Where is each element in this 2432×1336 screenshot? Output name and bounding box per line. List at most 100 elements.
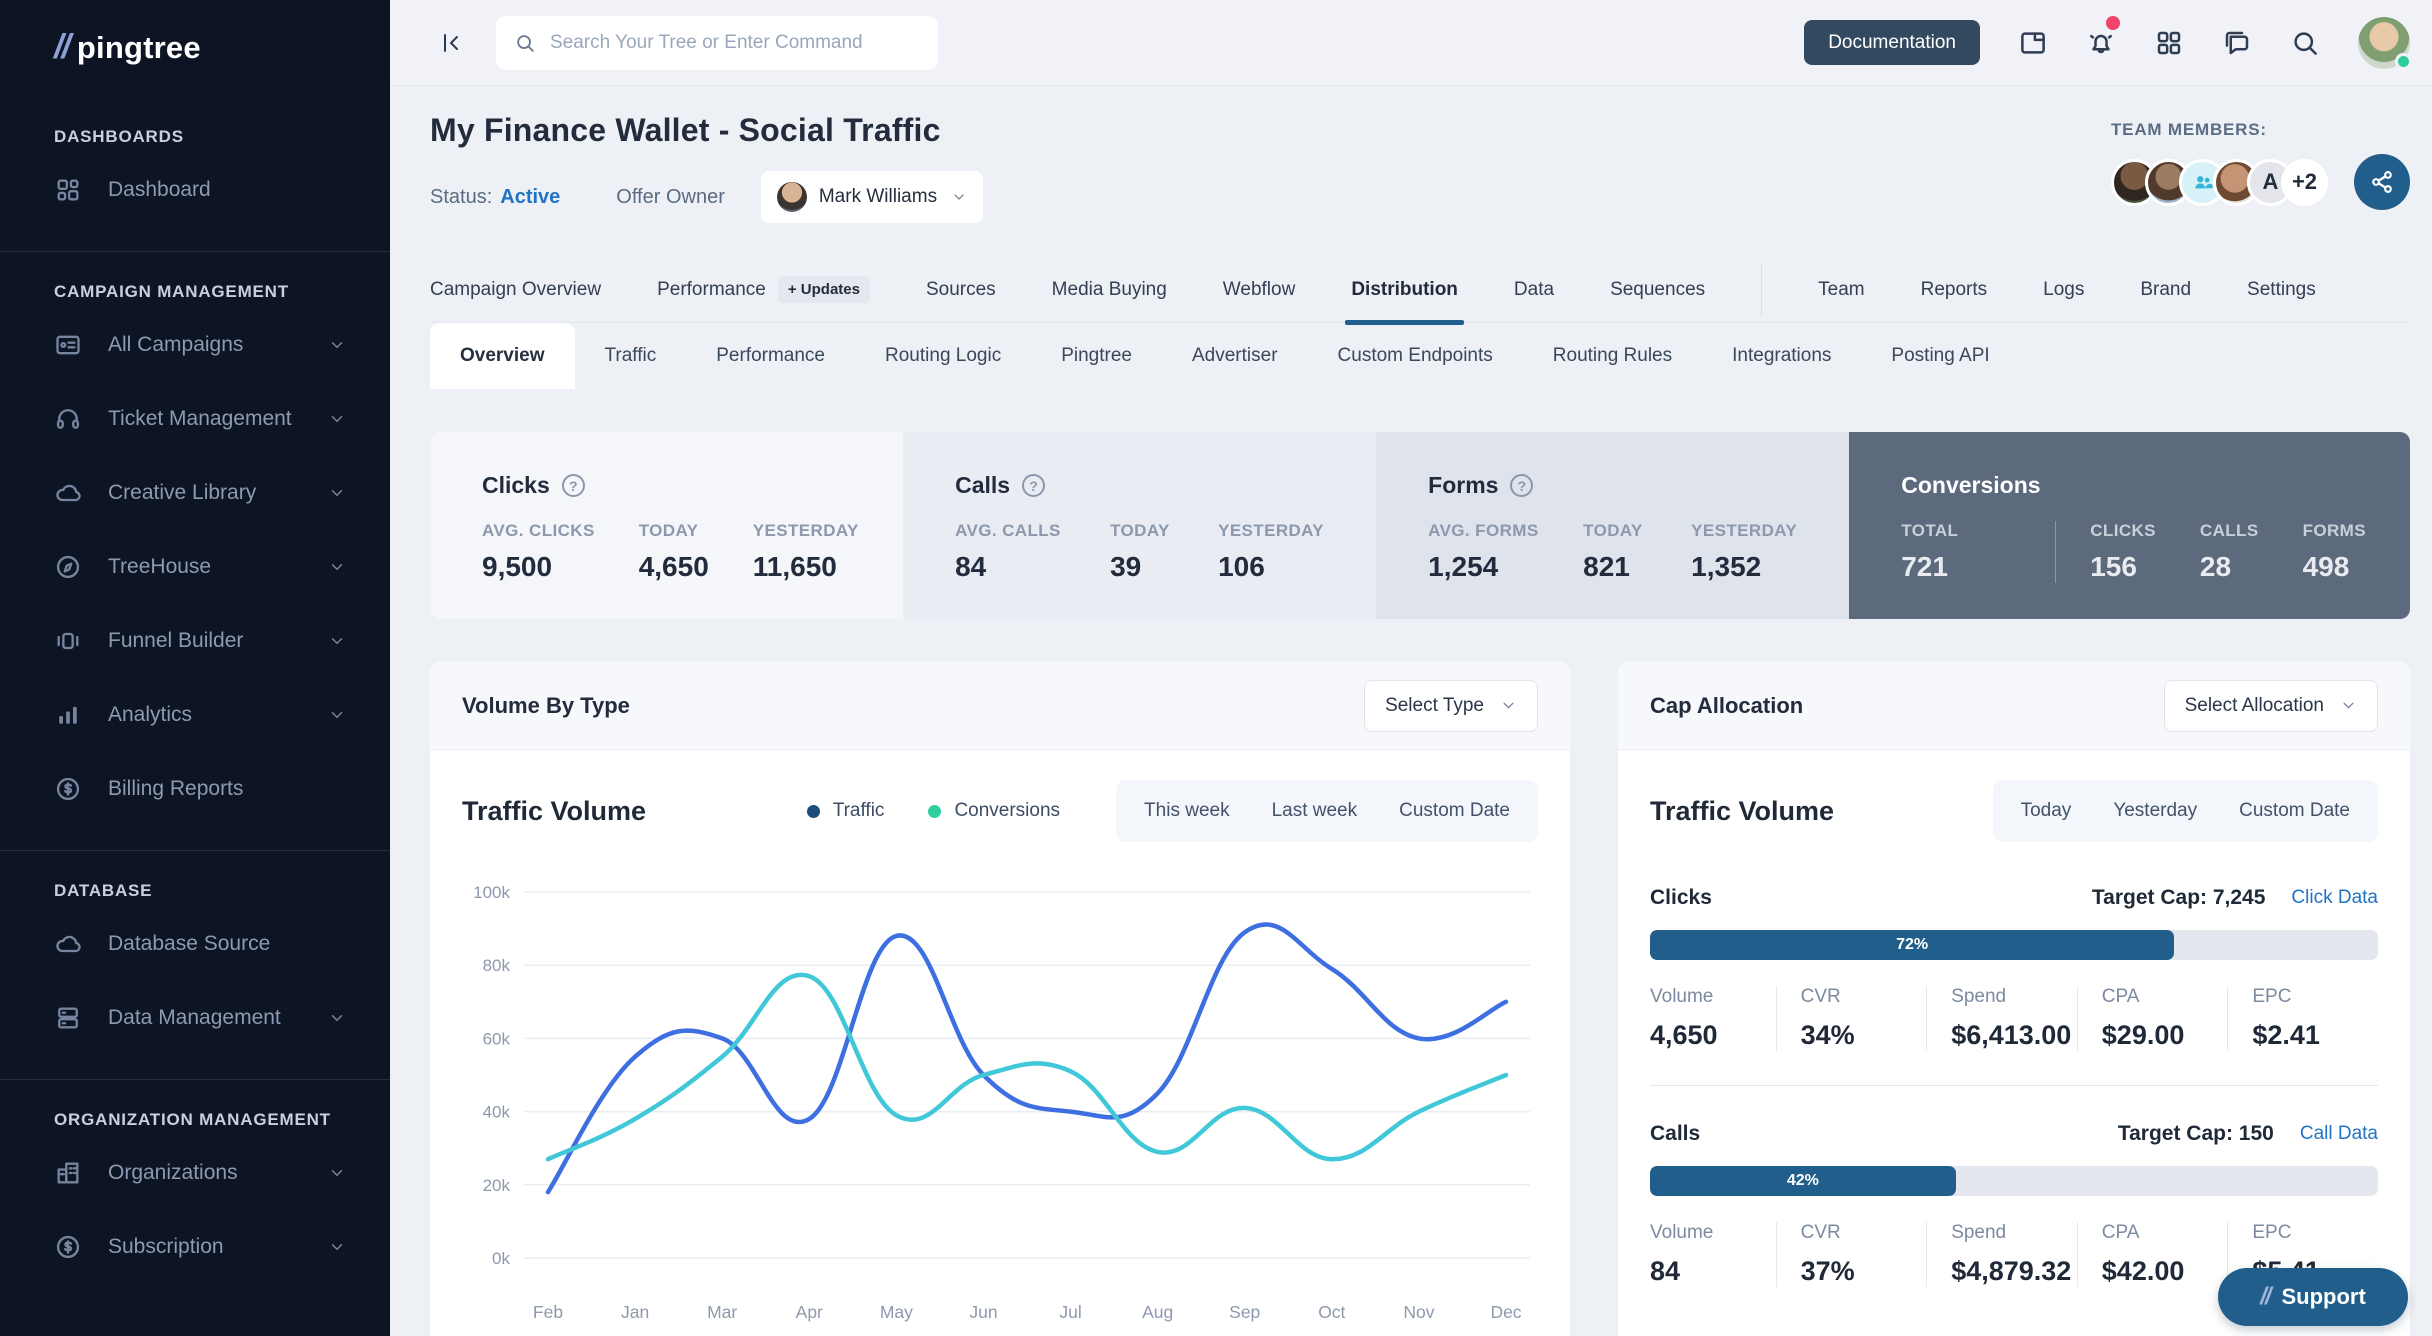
legend-label: Traffic	[833, 800, 885, 822]
sidebar-item-data-management[interactable]: Data Management	[0, 981, 390, 1055]
period-custom-date[interactable]: Custom Date	[1399, 800, 1510, 822]
offer-owner-dropdown[interactable]: Mark Williams	[761, 171, 983, 223]
period-last-week[interactable]: Last week	[1272, 800, 1358, 822]
click-data-link[interactable]: Click Data	[2291, 887, 2378, 909]
tab-sequences[interactable]: Sequences	[1610, 257, 1705, 323]
team-avatar-overflow[interactable]: +2	[2281, 159, 2328, 206]
cap-metric: CPA$29.00	[2077, 986, 2228, 1051]
sidebar-item-ticket-management[interactable]: Ticket Management	[0, 382, 390, 456]
search-input[interactable]	[550, 32, 920, 54]
panels-row: Volume By Type Select Type Traffic Volum…	[430, 662, 2410, 1336]
x-axis-tick: Jan	[621, 1302, 649, 1322]
subtab-performance[interactable]: Performance	[686, 323, 855, 389]
metric-value: $29.00	[2102, 1020, 2228, 1051]
tab-team[interactable]: Team	[1818, 257, 1864, 323]
subtab-posting-api[interactable]: Posting API	[1861, 323, 2019, 389]
sidebar-item-subscription[interactable]: Subscription	[0, 1210, 390, 1284]
user-avatar[interactable]	[2358, 17, 2410, 69]
cap-section-name: Clicks	[1650, 886, 1712, 910]
status-label: Status:	[430, 186, 492, 209]
topbar: Documentation	[390, 0, 2432, 86]
tab-data[interactable]: Data	[1514, 257, 1554, 323]
tab-media-buying[interactable]: Media Buying	[1052, 257, 1167, 323]
tab-settings[interactable]: Settings	[2247, 257, 2316, 323]
x-axis-tick: Sep	[1229, 1302, 1260, 1322]
sidebar-item-dashboard[interactable]: Dashboard	[0, 153, 390, 227]
tab-logs[interactable]: Logs	[2043, 257, 2084, 323]
sidebar-item-database-source[interactable]: Database Source	[0, 907, 390, 981]
subtab-integrations[interactable]: Integrations	[1702, 323, 1861, 389]
sidebar-item-label: Ticket Management	[108, 407, 292, 431]
x-axis-tick: Oct	[1318, 1302, 1345, 1322]
metric-label: YESTERDAY	[753, 521, 859, 541]
help-icon[interactable]: ?	[562, 474, 585, 497]
metric-value: 34%	[1801, 1020, 1927, 1051]
subtab-routing-rules[interactable]: Routing Rules	[1523, 323, 1702, 389]
cap-metric: EPC$2.41	[2227, 986, 2378, 1051]
subtab-pingtree[interactable]: Pingtree	[1031, 323, 1162, 389]
file-icon[interactable]	[2018, 28, 2048, 58]
sidebar-item-funnel-builder[interactable]: Funnel Builder	[0, 604, 390, 678]
sidebar-nav: DASHBOARDSDashboardCAMPAIGN MANAGEMENTAl…	[0, 97, 390, 1308]
sidebar-item-creative-library[interactable]: Creative Library	[0, 456, 390, 530]
status-value: Active	[500, 186, 560, 209]
sidebar-item-analytics[interactable]: Analytics	[0, 678, 390, 752]
tab-campaign-overview[interactable]: Campaign Overview	[430, 257, 601, 323]
subtab-overview[interactable]: Overview	[430, 323, 575, 389]
select-allocation-dropdown[interactable]: Select Allocation	[2164, 680, 2378, 732]
sidebar-item-organizations[interactable]: Organizations	[0, 1136, 390, 1210]
apps-grid-icon[interactable]	[2154, 28, 2184, 58]
tab-sources[interactable]: Sources	[926, 257, 996, 323]
x-axis-tick: May	[880, 1302, 913, 1322]
support-button[interactable]: // Support	[2218, 1268, 2408, 1326]
tab-reports[interactable]: Reports	[1921, 257, 1988, 323]
bell-icon[interactable]	[2086, 28, 2116, 58]
stat-metric: CLICKS156	[2090, 521, 2200, 583]
chat-icon[interactable]	[2222, 28, 2252, 58]
legend-item-conversions[interactable]: Conversions	[928, 800, 1060, 822]
sidebar-item-billing-reports[interactable]: Billing Reports	[0, 752, 390, 826]
period-today[interactable]: Today	[2021, 800, 2072, 822]
tab-performance[interactable]: Performance+ Updates	[657, 257, 870, 323]
help-icon[interactable]: ?	[1510, 474, 1533, 497]
call-data-link[interactable]: Call Data	[2300, 1123, 2378, 1145]
stat-card-forms: Forms?AVG. FORMS1,254TODAY821YESTERDAY1,…	[1376, 432, 1849, 619]
y-axis-tick: 60k	[483, 1029, 511, 1048]
metric-label: AVG. CLICKS	[482, 521, 595, 541]
tab-brand[interactable]: Brand	[2140, 257, 2191, 323]
stat-card-calls: Calls?AVG. CALLS84TODAY39YESTERDAY106	[903, 432, 1376, 619]
share-button[interactable]	[2354, 154, 2410, 210]
sidebar-section-label: DASHBOARDS	[0, 127, 390, 147]
period-this-week[interactable]: This week	[1144, 800, 1230, 822]
help-icon[interactable]: ?	[1022, 474, 1045, 497]
subtab-routing-logic[interactable]: Routing Logic	[855, 323, 1031, 389]
metric-label: CPA	[2102, 1222, 2228, 1244]
cap-period-selector: Today Yesterday Custom Date	[1993, 780, 2378, 842]
pingtree-logo[interactable]: // pingtree	[0, 28, 390, 67]
bar-chart-icon	[54, 701, 82, 729]
sidebar-item-treehouse[interactable]: TreeHouse	[0, 530, 390, 604]
search-icon	[514, 32, 536, 54]
subtab-traffic[interactable]: Traffic	[575, 323, 687, 389]
sidebar-item-all-campaigns[interactable]: All Campaigns	[0, 308, 390, 382]
support-logo-icon: //	[2260, 1283, 2269, 1311]
logo-text: pingtree	[77, 30, 201, 66]
tab-webflow[interactable]: Webflow	[1223, 257, 1296, 323]
metric-label: CVR	[1801, 1222, 1927, 1244]
period-custom-date[interactable]: Custom Date	[2239, 800, 2350, 822]
subtab-custom-endpoints[interactable]: Custom Endpoints	[1308, 323, 1523, 389]
legend-item-traffic[interactable]: Traffic	[807, 800, 885, 822]
topbar-search-icon[interactable]	[2290, 28, 2320, 58]
y-axis-tick: 0k	[492, 1249, 510, 1268]
x-axis-tick: Nov	[1403, 1302, 1434, 1322]
sidebar-collapse-icon[interactable]	[434, 26, 468, 60]
select-type-dropdown[interactable]: Select Type	[1364, 680, 1538, 732]
stat-card-title: Forms	[1428, 472, 1498, 499]
documentation-button[interactable]: Documentation	[1804, 20, 1980, 65]
tab-distribution[interactable]: Distribution	[1351, 257, 1458, 323]
cap-metric: Spend$6,413.00	[1926, 986, 2077, 1051]
tab-label: Brand	[2140, 279, 2191, 301]
subtab-advertiser[interactable]: Advertiser	[1162, 323, 1308, 389]
period-yesterday[interactable]: Yesterday	[2113, 800, 2197, 822]
sidebar-section: DATABASEDatabase SourceData Management	[0, 850, 390, 1079]
